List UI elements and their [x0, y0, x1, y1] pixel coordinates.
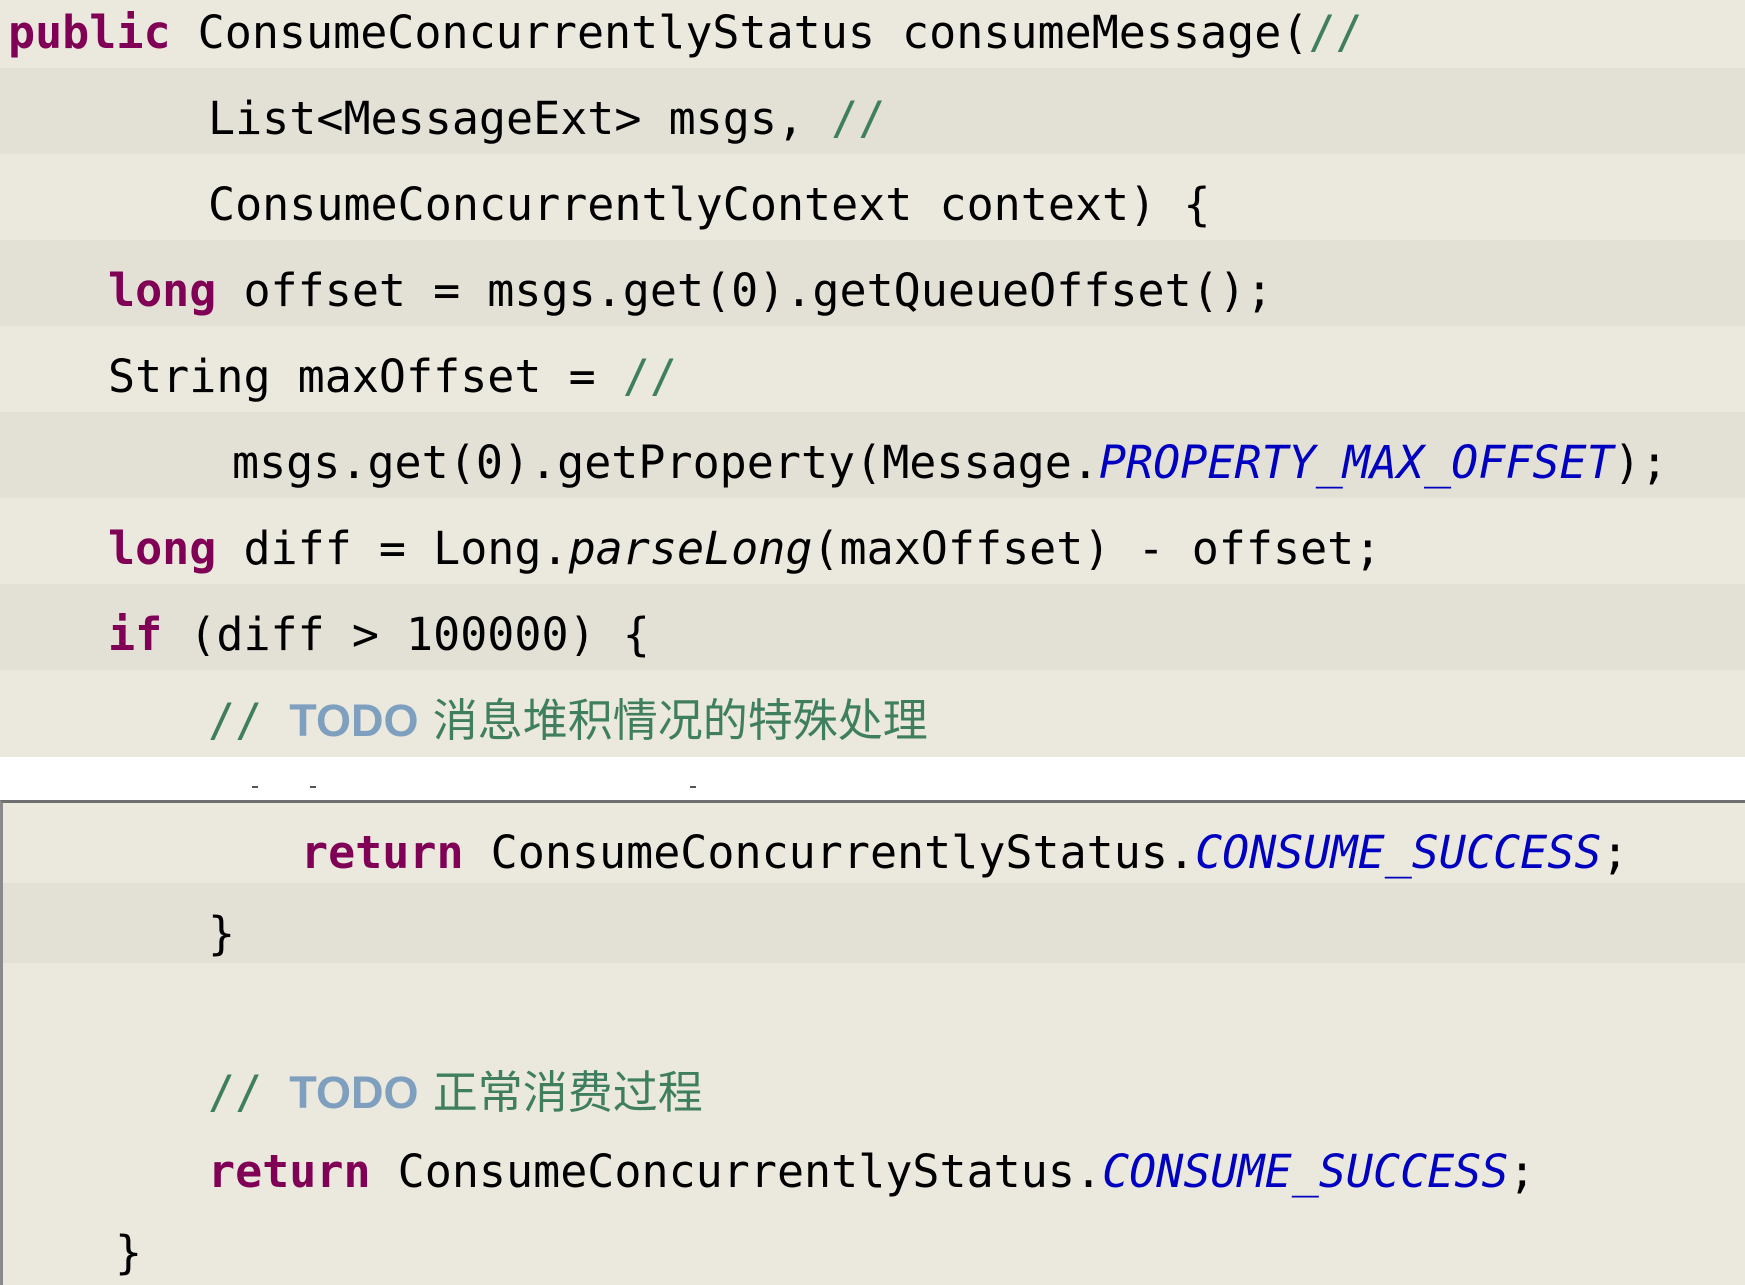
- code-text: }: [208, 907, 236, 960]
- comment-marker: //: [208, 694, 290, 747]
- code-line-offset: long offset = msgs.get(0).getQueueOffset…: [108, 268, 1273, 313]
- code-text: ConsumeConcurrentlyStatus.: [463, 826, 1196, 879]
- gap-artifact: [690, 786, 696, 788]
- comment-text: 正常消费过程: [418, 1066, 703, 1119]
- code-line-if: if (diff > 100000) {: [108, 612, 650, 657]
- keyword-public: public: [8, 6, 171, 59]
- code-line-todo-backlog: // TODO 消息堆积情况的特殊处理: [208, 698, 928, 743]
- code-line-close-method: }: [115, 1230, 142, 1275]
- gap-artifact: [310, 786, 316, 788]
- keyword-if: if: [108, 608, 163, 661]
- code-line-getproperty: msgs.get(0).getProperty(Message.PROPERTY…: [232, 440, 1668, 485]
- code-line-param-msgs: List<MessageExt> msgs, //: [208, 96, 885, 141]
- code-line-maxoffset: String maxOffset = //: [108, 354, 677, 399]
- comment-text: 消息堆积情况的特殊处理: [418, 694, 928, 747]
- crop-gap: [0, 757, 1745, 800]
- keyword-long: long: [108, 264, 217, 317]
- comment-marker: //: [831, 92, 886, 145]
- static-method: parseLong: [568, 522, 813, 575]
- code-text: String maxOffset =: [108, 350, 623, 403]
- comment-marker: //: [622, 350, 677, 403]
- code-text: ;: [1601, 826, 1629, 879]
- keyword-return: return: [208, 1145, 371, 1198]
- keyword-return: return: [301, 826, 464, 879]
- code-line-close-if: }: [208, 911, 235, 956]
- code-line-return-outer: return ConsumeConcurrentlyStatus.CONSUME…: [208, 1149, 1536, 1194]
- static-field: CONSUME_SUCCESS: [1102, 1145, 1509, 1198]
- static-field: PROPERTY_MAX_OFFSET: [1098, 436, 1614, 489]
- code-text: ConsumeConcurrentlyStatus consumeMessage…: [170, 6, 1309, 59]
- code-text: );: [1613, 436, 1668, 489]
- code-text: ConsumeConcurrentlyStatus.: [370, 1145, 1103, 1198]
- code-text: ;: [1508, 1145, 1536, 1198]
- code-text: ConsumeConcurrentlyContext context) {: [208, 178, 1211, 231]
- code-text: (maxOffset) - offset;: [812, 522, 1382, 575]
- todo-tag: TODO: [289, 1067, 419, 1118]
- code-text: (diff > 100000) {: [162, 608, 650, 661]
- code-line-return-inner: return ConsumeConcurrentlyStatus.CONSUME…: [301, 830, 1629, 875]
- todo-tag: TODO: [289, 695, 419, 746]
- code-text: offset = msgs.get(0).getQueueOffset();: [216, 264, 1273, 317]
- code-text: }: [115, 1226, 143, 1279]
- code-panel-top: public ConsumeConcurrentlyStatus consume…: [0, 0, 1745, 757]
- comment-marker: //: [208, 1066, 290, 1119]
- code-line-diff: long diff = Long.parseLong(maxOffset) - …: [108, 526, 1381, 571]
- code-text: msgs.get(0).getProperty(Message.: [232, 436, 1099, 489]
- code-text: List<MessageExt> msgs,: [208, 92, 832, 145]
- gap-artifact: [252, 786, 258, 788]
- line-band: [3, 883, 1745, 963]
- comment-marker: //: [1308, 6, 1363, 59]
- code-line-method-signature: public ConsumeConcurrentlyStatus consume…: [8, 10, 1363, 55]
- code-line-todo-normal: // TODO 正常消费过程: [208, 1070, 703, 1115]
- keyword-long: long: [108, 522, 217, 575]
- code-line-param-context: ConsumeConcurrentlyContext context) {: [208, 182, 1210, 227]
- static-field: CONSUME_SUCCESS: [1195, 826, 1602, 879]
- code-text: diff = Long.: [216, 522, 569, 575]
- code-panel-bottom: return ConsumeConcurrentlyStatus.CONSUME…: [0, 800, 1745, 1285]
